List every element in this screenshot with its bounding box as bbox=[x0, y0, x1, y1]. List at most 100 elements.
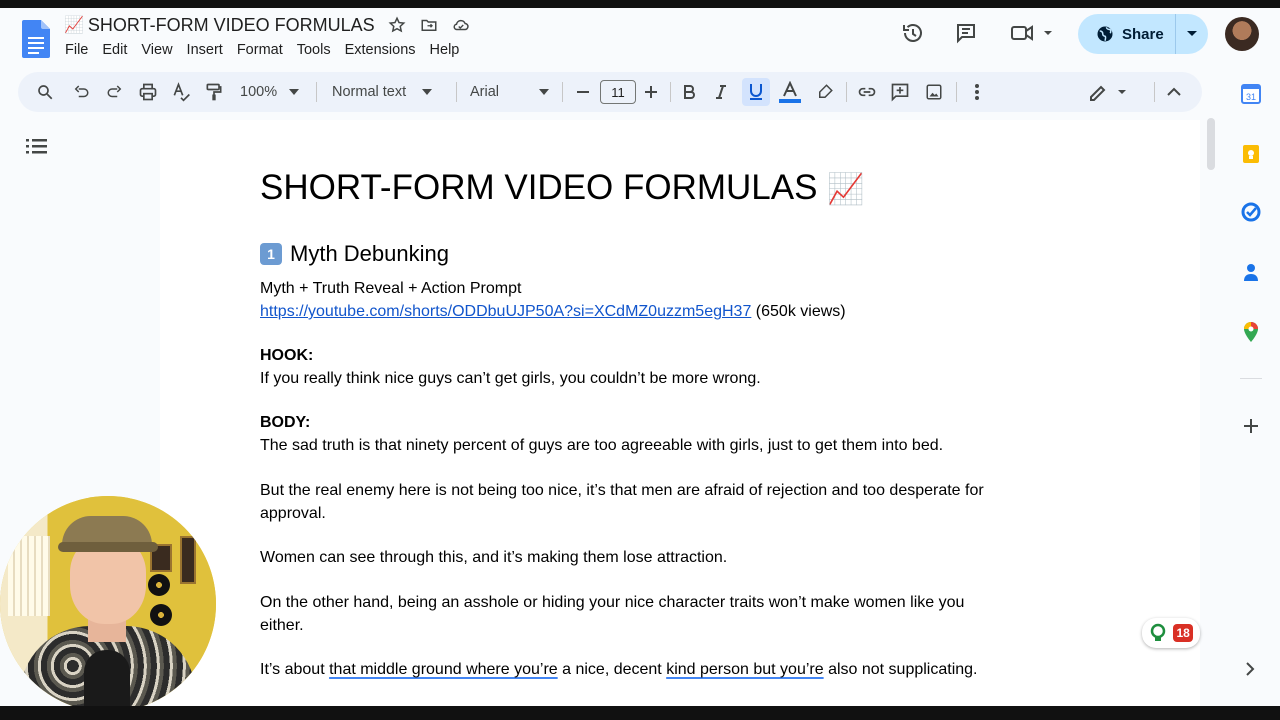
search-menus-icon[interactable] bbox=[34, 80, 56, 104]
font-select[interactable]: Arial bbox=[470, 80, 552, 104]
menu-tools[interactable]: Tools bbox=[290, 40, 338, 60]
share-main[interactable]: Share bbox=[1078, 14, 1176, 54]
bold-icon[interactable] bbox=[678, 80, 700, 104]
body-paragraph: The sad truth is that ninety percent of … bbox=[260, 437, 944, 454]
app-header: 📈 SHORT-FORM VIDEO FORMULAS File Edit Vi… bbox=[0, 8, 1280, 68]
menu-view[interactable]: View bbox=[134, 40, 179, 60]
add-addon-icon[interactable] bbox=[1241, 416, 1261, 436]
calendar-icon[interactable]: 31 bbox=[1241, 84, 1261, 104]
text-run: also not supplicating. bbox=[823, 661, 978, 678]
svg-text:31: 31 bbox=[1246, 92, 1256, 102]
account-avatar[interactable] bbox=[1225, 17, 1259, 51]
keep-icon[interactable] bbox=[1241, 144, 1261, 164]
suggestion-count: 18 bbox=[1173, 624, 1193, 642]
insert-image-icon[interactable] bbox=[923, 80, 945, 104]
body-paragraph: Women can see through this, and it’s mak… bbox=[260, 549, 728, 566]
undo-icon[interactable] bbox=[70, 80, 92, 104]
text-run: It’s about bbox=[260, 661, 330, 678]
grammar-suggestion[interactable]: kind person but you’re bbox=[666, 661, 823, 678]
move-folder-icon[interactable] bbox=[419, 15, 439, 35]
globe-icon bbox=[1097, 26, 1113, 42]
font-value: Arial bbox=[470, 84, 500, 100]
formula-text: Myth + Truth Reveal + Action Prompt bbox=[260, 280, 522, 297]
chart-emoji-icon: 📈 bbox=[64, 17, 84, 34]
divider bbox=[1240, 378, 1262, 379]
divider bbox=[956, 82, 957, 102]
add-comment-icon[interactable] bbox=[889, 80, 911, 104]
chevron-down-icon bbox=[539, 89, 550, 95]
divider bbox=[1154, 82, 1155, 102]
chevron-down-icon bbox=[422, 89, 433, 95]
divider bbox=[456, 82, 457, 102]
scrollbar-thumb[interactable] bbox=[1207, 118, 1215, 170]
highlight-color-icon[interactable] bbox=[814, 80, 836, 104]
document-page[interactable]: SHORT-FORM VIDEO FORMULAS 📈 1 Myth Debun… bbox=[160, 120, 1200, 710]
share-options-caret-icon[interactable] bbox=[1176, 30, 1208, 38]
menu-help[interactable]: Help bbox=[423, 40, 467, 60]
views-count: (650k views) bbox=[751, 303, 846, 320]
keycap-number-icon: 1 bbox=[260, 243, 282, 265]
spellcheck-icon[interactable] bbox=[170, 80, 192, 104]
grammar-suggestion[interactable]: that middle ground where you’re bbox=[329, 661, 558, 678]
redo-icon[interactable] bbox=[104, 80, 126, 104]
side-panel: 31 bbox=[1232, 72, 1280, 706]
heading-text: SHORT-FORM VIDEO FORMULAS bbox=[260, 168, 818, 207]
version-history-icon[interactable] bbox=[899, 19, 927, 47]
hook-text: If you really think nice guys can’t get … bbox=[260, 370, 761, 387]
divider bbox=[670, 82, 671, 102]
writing-suggestions-badge[interactable]: 18 bbox=[1142, 618, 1200, 648]
comments-icon[interactable] bbox=[952, 19, 980, 47]
body-paragraph: On the other hand, being an asshole or h… bbox=[260, 594, 965, 634]
menu-insert[interactable]: Insert bbox=[180, 40, 230, 60]
tasks-icon[interactable] bbox=[1241, 202, 1261, 222]
editing-mode-icon[interactable] bbox=[1088, 80, 1128, 104]
text-color-icon[interactable] bbox=[778, 80, 802, 104]
divider bbox=[846, 82, 847, 102]
menu-format[interactable]: Format bbox=[230, 40, 290, 60]
menu-file[interactable]: File bbox=[58, 40, 95, 60]
star-icon[interactable] bbox=[387, 15, 407, 35]
divider bbox=[562, 82, 563, 102]
formatting-toolbar: 100% Normal text Arial 11 bbox=[18, 72, 1202, 112]
hook-label: HOOK: bbox=[260, 347, 314, 364]
video-link[interactable]: https://youtube.com/shorts/ODDbuUJP50A?s… bbox=[260, 303, 751, 320]
lightbulb-icon bbox=[1150, 623, 1166, 641]
zoom-select[interactable]: 100% bbox=[240, 80, 306, 104]
body-paragraph: But the real enemy here is not being too… bbox=[260, 482, 984, 522]
video-link-line: https://youtube.com/shorts/ODDbuUJP50A?s… bbox=[260, 301, 1000, 324]
hide-menus-chevron-up-icon[interactable] bbox=[1164, 80, 1184, 104]
share-button[interactable]: Share bbox=[1078, 14, 1208, 54]
webcam-overlay bbox=[0, 496, 216, 712]
chart-emoji-icon: 📈 bbox=[827, 173, 865, 206]
font-size-input[interactable]: 11 bbox=[600, 80, 636, 104]
more-options-icon[interactable] bbox=[968, 80, 986, 104]
meet-icon[interactable] bbox=[1008, 19, 1058, 47]
menu-bar: File Edit View Insert Format Tools Exten… bbox=[58, 40, 466, 60]
title-row: 📈 SHORT-FORM VIDEO FORMULAS bbox=[64, 14, 471, 36]
section-title: Myth Debunking bbox=[290, 241, 449, 266]
chevron-right-icon[interactable] bbox=[1242, 660, 1258, 678]
underline-icon[interactable] bbox=[742, 78, 770, 106]
italic-icon[interactable] bbox=[710, 80, 732, 104]
chevron-down-icon bbox=[289, 89, 300, 95]
section-heading[interactable]: 1 Myth Debunking bbox=[260, 241, 449, 267]
top-letterbox bbox=[0, 0, 1280, 8]
menu-extensions[interactable]: Extensions bbox=[338, 40, 423, 60]
cloud-saved-icon[interactable] bbox=[451, 15, 471, 35]
style-select[interactable]: Normal text bbox=[332, 80, 442, 104]
document-outline-icon[interactable] bbox=[26, 137, 48, 157]
maps-icon[interactable] bbox=[1241, 322, 1261, 342]
body-label: BODY: bbox=[260, 414, 311, 431]
increase-font-size-icon[interactable] bbox=[642, 80, 660, 104]
insert-link-icon[interactable] bbox=[856, 80, 878, 104]
menu-edit[interactable]: Edit bbox=[95, 40, 134, 60]
document-heading[interactable]: SHORT-FORM VIDEO FORMULAS 📈 bbox=[260, 168, 865, 208]
text-run: a nice, decent bbox=[557, 661, 667, 678]
print-icon[interactable] bbox=[137, 80, 159, 104]
decrease-font-size-icon[interactable] bbox=[574, 80, 592, 104]
docs-logo-icon[interactable] bbox=[22, 20, 50, 58]
document-title[interactable]: SHORT-FORM VIDEO FORMULAS bbox=[88, 15, 375, 36]
bottom-letterbox bbox=[0, 706, 1280, 720]
paint-format-icon[interactable] bbox=[203, 80, 225, 104]
contacts-icon[interactable] bbox=[1241, 262, 1261, 282]
